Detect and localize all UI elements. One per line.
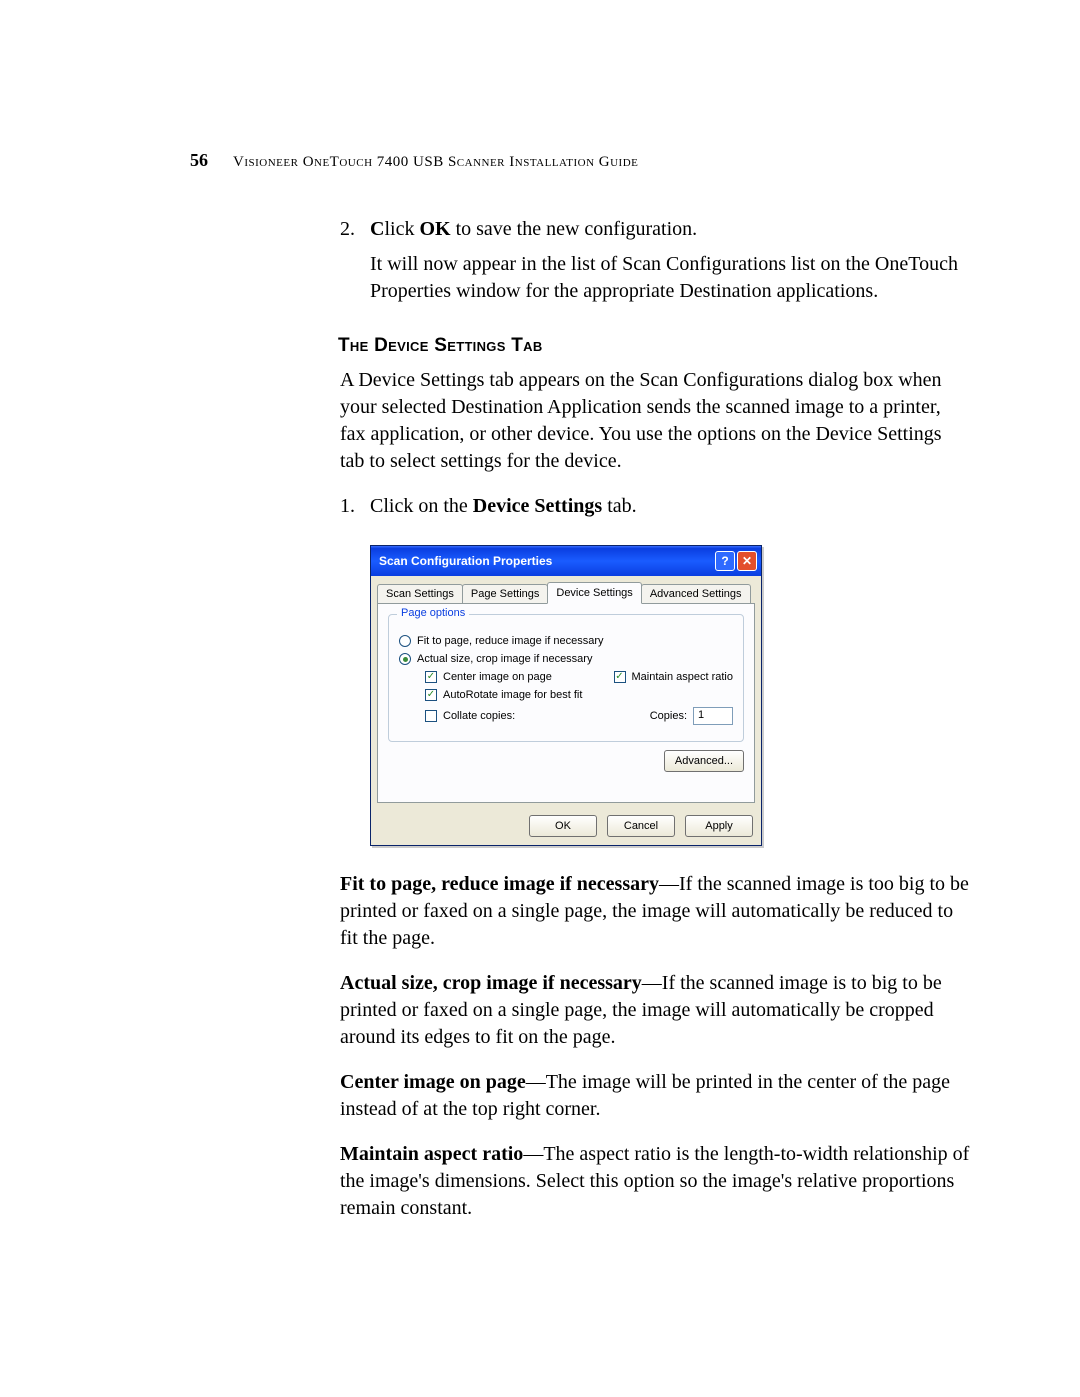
close-button[interactable]: ✕: [737, 551, 757, 571]
def-actual-term: Actual size, crop image if necessary: [340, 972, 642, 994]
copies-label: Copies:: [650, 710, 687, 722]
radio-icon[interactable]: [399, 635, 411, 647]
checkbox-collate[interactable]: [425, 710, 437, 722]
tab-scan-settings[interactable]: Scan Settings: [377, 584, 463, 603]
section-intro: A Device Settings tab appears on the Sca…: [340, 367, 970, 475]
checkbox-autorotate-label: AutoRotate image for best fit: [443, 689, 582, 701]
step2-letter: C: [370, 218, 384, 240]
step-2: 2. Click OK to save the new configuratio…: [340, 216, 970, 305]
step2-post: to save the new configuration.: [451, 218, 698, 240]
scan-config-dialog: Scan Configuration Properties ? ✕ Scan S…: [370, 545, 762, 846]
tab-panel: Page options Fit to page, reduce image i…: [377, 603, 755, 803]
copies-input[interactable]: 1: [693, 707, 733, 725]
titlebar: Scan Configuration Properties ? ✕: [371, 546, 761, 576]
checkbox-aspect-label: Maintain aspect ratio: [632, 671, 734, 683]
checkbox-collate-label: Collate copies:: [443, 710, 515, 722]
page-number: 56: [190, 150, 208, 171]
dialog-buttons: OK Cancel Apply: [371, 809, 761, 845]
step1-post: tab.: [602, 495, 636, 517]
step2-pre: lick: [384, 218, 419, 240]
advanced-button[interactable]: Advanced...: [664, 750, 744, 772]
step-number: 2.: [340, 216, 370, 305]
page-options-group: Page options Fit to page, reduce image i…: [388, 614, 744, 742]
step2-paragraph: It will now appear in the list of Scan C…: [370, 251, 970, 305]
tabs-row: Scan Settings Page Settings Device Setti…: [371, 576, 761, 603]
radio-actual-label: Actual size, crop image if necessary: [417, 653, 592, 665]
radio-icon[interactable]: [399, 653, 411, 665]
radio-fit-row[interactable]: Fit to page, reduce image if necessary: [399, 635, 733, 647]
dialog-figure: Scan Configuration Properties ? ✕ Scan S…: [370, 545, 970, 846]
step2-bold: OK: [419, 218, 450, 240]
group-legend: Page options: [397, 607, 469, 619]
def-center: Center image on page—The image will be p…: [340, 1069, 970, 1123]
step1-pre: Click on the: [370, 495, 473, 517]
tab-device-settings[interactable]: Device Settings: [547, 582, 641, 604]
def-center-term: Center image on page: [340, 1071, 526, 1093]
def-aspect-term: Maintain aspect ratio: [340, 1143, 523, 1165]
tab-page-settings[interactable]: Page Settings: [462, 584, 549, 603]
step-1: 1. Click on the Device Settings tab.: [340, 493, 970, 520]
step-number: 1.: [340, 493, 370, 520]
def-fit-term: Fit to page, reduce image if necessary: [340, 873, 659, 895]
def-actual: Actual size, crop image if necessary—If …: [340, 970, 970, 1051]
checkbox-aspect[interactable]: [614, 671, 626, 683]
apply-button[interactable]: Apply: [685, 815, 753, 837]
document-page: 56 Visioneer OneTouch 7400 USB Scanner I…: [0, 0, 1080, 1340]
def-aspect: Maintain aspect ratio—The aspect ratio i…: [340, 1141, 970, 1222]
ok-button[interactable]: OK: [529, 815, 597, 837]
help-button[interactable]: ?: [715, 551, 735, 571]
header-title: Visioneer OneTouch 7400 USB Scanner Inst…: [233, 154, 638, 171]
section-heading: The Device Settings Tab: [338, 335, 970, 357]
tab-advanced-settings[interactable]: Advanced Settings: [641, 584, 751, 603]
step1-bold: Device Settings: [473, 495, 602, 517]
checkbox-center[interactable]: [425, 671, 437, 683]
cancel-button[interactable]: Cancel: [607, 815, 675, 837]
dialog-title: Scan Configuration Properties: [379, 554, 713, 568]
radio-fit-label: Fit to page, reduce image if necessary: [417, 635, 603, 647]
checkbox-center-label: Center image on page: [443, 671, 552, 683]
def-fit: Fit to page, reduce image if necessary—I…: [340, 871, 970, 952]
radio-actual-row[interactable]: Actual size, crop image if necessary: [399, 653, 733, 665]
checkbox-autorotate[interactable]: [425, 689, 437, 701]
page-header: 56 Visioneer OneTouch 7400 USB Scanner I…: [190, 150, 970, 171]
